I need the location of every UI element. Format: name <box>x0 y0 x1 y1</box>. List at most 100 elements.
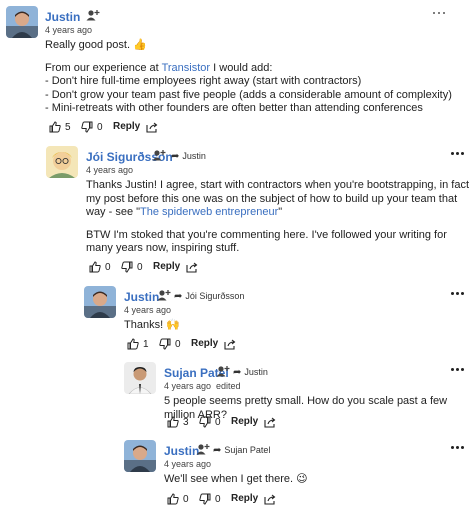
reply-to-name[interactable]: Justin <box>244 367 268 377</box>
share-icon <box>264 494 276 505</box>
share-button[interactable] <box>186 261 202 273</box>
reply-to-label: ➦ Justin <box>233 367 268 378</box>
downvote-count: 0 <box>175 338 181 350</box>
reply-to-label: ➦ Sujan Patel <box>213 445 270 456</box>
comment-actions: 0 0 Reply <box>89 261 219 277</box>
reply-button[interactable]: Reply <box>153 261 180 272</box>
upvote-button[interactable]: 1 <box>127 338 149 350</box>
avatar[interactable] <box>46 146 78 178</box>
comment-paragraph: Thanks Justin! I agree, start with contr… <box>86 179 470 220</box>
upvote-button[interactable]: 5 <box>49 121 71 133</box>
author-name[interactable]: Justin <box>124 290 159 304</box>
upvote-button[interactable]: 3 <box>167 416 189 428</box>
comment-paragraph: We'll see when I get there. 😉 <box>164 473 308 485</box>
more-options-icon[interactable] <box>451 446 465 450</box>
avatar[interactable] <box>124 440 156 472</box>
share-icon <box>264 417 276 428</box>
upvote-count: 0 <box>105 261 111 273</box>
follow-user-icon[interactable] <box>157 289 171 301</box>
reply-button[interactable]: Reply <box>231 493 258 504</box>
comment-line: From our experience at Transistor I woul… <box>45 62 465 76</box>
author-name[interactable]: Justin <box>164 444 199 458</box>
comment-body: Thanks! 🙌 <box>124 319 464 333</box>
comment-sujan: Sujan Patel ➦ Justin 4 years ago edited 5 … <box>0 356 474 434</box>
transistor-link[interactable]: Transistor <box>162 62 211 74</box>
time-label[interactable]: 4 years ago <box>164 381 211 391</box>
downvote-count: 0 <box>137 261 143 273</box>
share-button[interactable] <box>146 121 162 133</box>
reply-button[interactable]: Reply <box>231 416 258 427</box>
thumbs-down-icon <box>159 338 171 350</box>
more-options-icon[interactable] <box>451 152 465 156</box>
thumbs-down-icon <box>199 493 211 505</box>
comment-paragraph: BTW I'm stoked that you're commenting he… <box>86 228 447 255</box>
downvote-button[interactable]: 0 <box>121 261 143 273</box>
more-options-icon[interactable] <box>433 12 447 16</box>
author-name[interactable]: Justin <box>45 10 80 24</box>
thumbs-up-icon <box>167 493 179 505</box>
share-button[interactable] <box>224 338 240 350</box>
thumbs-up-icon <box>49 121 61 133</box>
comment-actions: 0 0 Reply <box>167 493 297 509</box>
share-button[interactable] <box>264 493 280 505</box>
comment-paragraph: Thanks! 🙌 <box>124 319 180 331</box>
more-options-icon[interactable] <box>451 292 465 296</box>
reply-arrow-icon: ➦ <box>233 367 242 378</box>
follow-user-icon[interactable] <box>152 149 166 161</box>
more-options-icon[interactable] <box>451 368 465 372</box>
avatar[interactable] <box>84 286 116 318</box>
share-icon <box>224 339 236 350</box>
comment-body: Really good post. 👍 From our experience … <box>45 39 465 116</box>
downvote-button[interactable]: 0 <box>159 338 181 350</box>
bullet-line: - Don't hire full-time employees right a… <box>45 75 362 87</box>
upvote-button[interactable]: 0 <box>89 261 111 273</box>
thumbs-up-icon <box>167 416 179 428</box>
spiderweb-link[interactable]: The spiderweb entrepreneur <box>140 206 278 218</box>
avatar[interactable] <box>124 362 156 394</box>
edited-label: edited <box>216 381 241 391</box>
thumbs-up-icon <box>127 338 139 350</box>
bullet-line: - Mini-retreats with other founders are … <box>45 102 423 114</box>
follow-user-icon[interactable] <box>196 443 210 455</box>
reply-to-name[interactable]: Sujan Patel <box>224 445 270 455</box>
reply-arrow-icon: ➦ <box>213 445 222 456</box>
downvote-button[interactable]: 0 <box>199 493 221 505</box>
reply-button[interactable]: Reply <box>113 121 140 132</box>
comment-body: Thanks Justin! I agree, start with contr… <box>86 179 470 256</box>
share-button[interactable] <box>264 416 280 428</box>
timestamp[interactable]: 4 years ago <box>124 305 171 315</box>
downvote-button[interactable]: 0 <box>199 416 221 428</box>
comment-actions: 3 0 Reply <box>167 416 297 432</box>
upvote-count: 1 <box>143 338 149 350</box>
share-icon <box>146 122 158 133</box>
reply-to-label: ➦ Jói Sigurðsson <box>174 291 244 302</box>
comment-justin-3: Justin ➦ Sujan Patel 4 years ago We'll se… <box>0 434 474 511</box>
upvote-count: 0 <box>183 493 189 505</box>
thumbs-up-icon <box>89 261 101 273</box>
reply-button[interactable]: Reply <box>191 338 218 349</box>
reply-to-name[interactable]: Justin <box>182 151 206 161</box>
downvote-count: 0 <box>215 493 221 505</box>
follow-user-icon[interactable] <box>86 9 100 21</box>
upvote-count: 5 <box>65 121 71 133</box>
comment-actions: 1 0 Reply <box>127 338 257 354</box>
text-segment: From our experience at <box>45 61 162 74</box>
timestamp: 4 years ago edited <box>164 381 241 391</box>
avatar[interactable] <box>6 6 38 38</box>
reply-arrow-icon: ➦ <box>174 291 183 302</box>
follow-user-icon[interactable] <box>216 365 230 377</box>
timestamp[interactable]: 4 years ago <box>45 25 92 35</box>
downvote-count: 0 <box>97 121 103 133</box>
timestamp[interactable]: 4 years ago <box>86 165 133 175</box>
timestamp[interactable]: 4 years ago <box>164 459 211 469</box>
comment-actions: 5 0 Reply <box>49 121 179 137</box>
downvote-button[interactable]: 0 <box>81 121 103 133</box>
comment-justin-2: Justin ➦ Jói Sigurðsson 4 years ago Thank… <box>0 280 474 356</box>
bullet-line: - Don't grow your team past five people … <box>45 88 452 101</box>
upvote-button[interactable]: 0 <box>167 493 189 505</box>
reply-arrow-icon: ➦ <box>171 151 180 162</box>
upvote-count: 3 <box>183 416 189 428</box>
thumbs-down-icon <box>81 121 93 133</box>
text-segment: I would add: <box>210 61 273 74</box>
reply-to-name[interactable]: Jói Sigurðsson <box>185 291 244 301</box>
